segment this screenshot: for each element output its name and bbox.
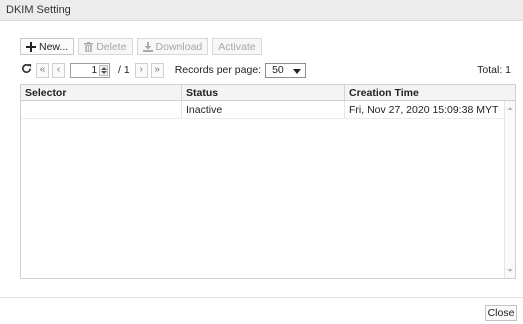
page-number-value: 1 (91, 64, 97, 76)
toolbar: New... Delete Download Activate (20, 38, 262, 55)
refresh-icon (21, 63, 32, 77)
delete-button[interactable]: Delete (78, 38, 133, 55)
delete-button-label: Delete (96, 40, 127, 53)
total-records-label: Total: 1 (477, 64, 511, 76)
table-row[interactable]: Inactive Fri, Nov 27, 2020 15:09:38 MYT (21, 101, 505, 119)
page-count-label: / 1 (118, 64, 130, 76)
next-page-button[interactable]: › (134, 62, 148, 78)
close-button[interactable]: Close (485, 305, 517, 321)
dkim-table: Selector Status Creation Time Inactive F… (20, 84, 516, 279)
double-chevron-left-icon: « (39, 64, 46, 75)
dialog-title: DKIM Setting (6, 4, 71, 16)
footer-divider (0, 297, 523, 298)
activate-button[interactable]: Activate (212, 38, 262, 55)
page-spinner[interactable] (99, 64, 108, 76)
download-button[interactable]: Download (136, 38, 209, 55)
table-header: Selector Status Creation Time (21, 85, 505, 101)
first-page-button[interactable]: « (36, 62, 49, 78)
records-per-page-value: 50 (272, 63, 284, 76)
chevron-left-icon: ‹ (56, 64, 61, 75)
records-per-page-select[interactable]: 50 (265, 62, 307, 78)
chevron-right-icon: › (139, 64, 143, 75)
header-corner (504, 85, 515, 101)
download-button-label: Download (155, 40, 203, 53)
pagination-bar: « ‹ 1 / 1 › » Records per page: 50 (20, 62, 307, 78)
column-header-creation-time[interactable]: Creation Time (345, 85, 505, 100)
column-header-status[interactable]: Status (182, 85, 345, 100)
previous-page-button[interactable]: ‹ (52, 62, 65, 78)
column-header-selector[interactable]: Selector (21, 85, 182, 100)
new-button-label: New... (39, 40, 69, 53)
cell-creation-time: Fri, Nov 27, 2020 15:09:38 MYT (349, 104, 499, 116)
last-page-button[interactable]: » (150, 62, 164, 78)
download-icon (142, 41, 153, 52)
activate-button-label: Activate (218, 40, 256, 53)
refresh-button[interactable] (20, 63, 33, 78)
records-per-page-label: Records per page: (174, 64, 262, 76)
plus-icon (26, 41, 36, 52)
trash-icon (84, 41, 94, 52)
page-number-input[interactable]: 1 (70, 62, 110, 78)
close-button-label: Close (487, 307, 515, 319)
new-button[interactable]: New... (20, 38, 75, 55)
cell-selector (21, 101, 182, 118)
cell-status: Inactive (182, 101, 345, 118)
scroll-down-arrow[interactable] (507, 269, 513, 272)
scroll-up-arrow[interactable] (507, 107, 513, 110)
vertical-scrollbar[interactable] (504, 101, 515, 278)
dialog-titlebar: DKIM Setting (0, 0, 523, 21)
double-chevron-right-icon: » (154, 64, 160, 75)
